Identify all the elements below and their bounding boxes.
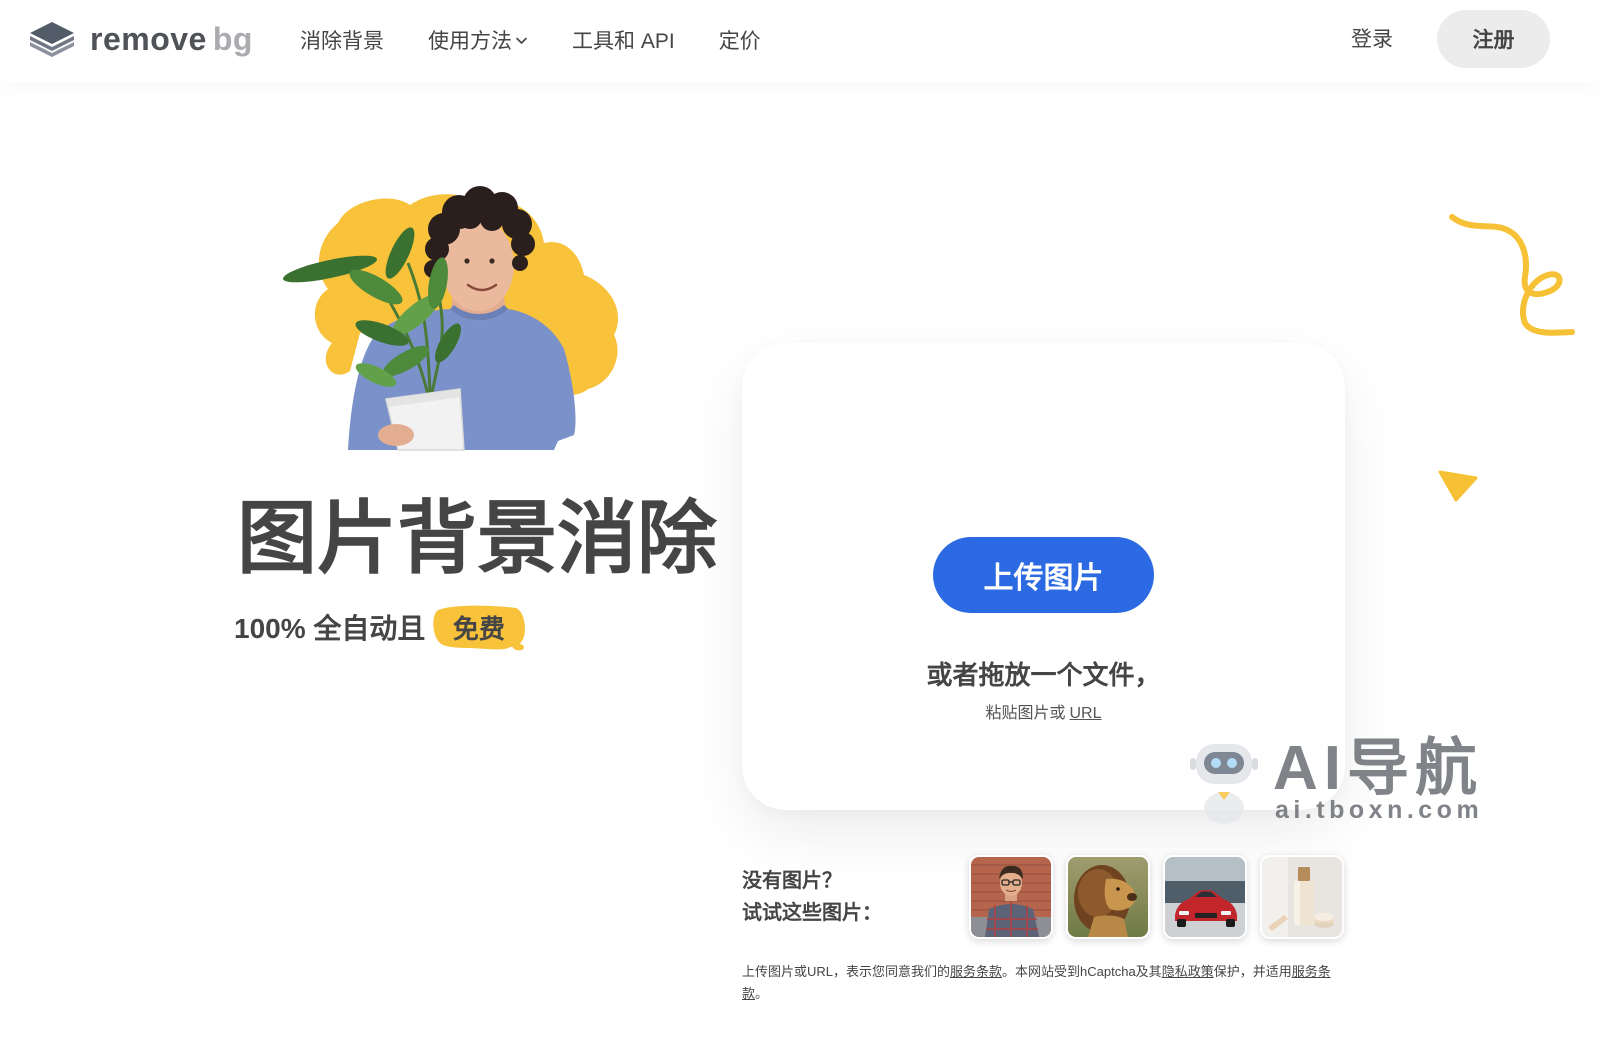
- nav-label: 消除背景: [300, 30, 384, 53]
- paste-hint: 粘贴图片或 URL: [742, 703, 1345, 725]
- watermark-title: AI导航: [1273, 734, 1484, 803]
- subtitle-prefix: 100% 全自动且: [234, 613, 426, 644]
- triangle-decoration: [1438, 470, 1478, 502]
- nav-remove-background[interactable]: 消除背景: [300, 25, 384, 55]
- upload-image-button[interactable]: 上传图片: [933, 537, 1154, 613]
- legal-notice: 上传图片或URL，表示您同意我们的服务条款。本网站受到hCaptcha及其隐私政…: [742, 961, 1344, 1005]
- no-image-question: 没有图片？: [742, 870, 842, 892]
- sample-thumbnail-car[interactable]: [1163, 855, 1247, 939]
- paste-url-link[interactable]: URL: [1070, 705, 1102, 722]
- legal-text: 保护，并适用: [1213, 964, 1292, 979]
- sample-images-label: 没有图片？ 试试这些图片：: [742, 865, 882, 929]
- squiggle-decoration: [1449, 214, 1575, 336]
- sample-thumbnail-person[interactable]: [969, 855, 1053, 939]
- removebg-logo-icon: [28, 20, 76, 58]
- try-these-label: 试试这些图片：: [742, 902, 882, 924]
- page-title: 图片背景消除: [237, 494, 717, 583]
- main-nav: 消除背景 使用方法 工具和 API 定价: [300, 0, 761, 80]
- privacy-policy-link[interactable]: 隐私政策: [1162, 964, 1214, 979]
- nav-label: 使用方法: [428, 30, 512, 53]
- logo-link[interactable]: remove bg: [28, 19, 253, 59]
- hero-subtitle: 100% 全自动且 免费: [234, 603, 527, 651]
- free-highlight: 免费: [430, 603, 527, 651]
- login-link[interactable]: 登录: [1351, 0, 1393, 80]
- sample-thumbnail-lion[interactable]: [1066, 855, 1150, 939]
- robot-icon: [1190, 744, 1258, 824]
- legal-text: 上传图片或URL，表示您同意我们的: [742, 964, 951, 979]
- legal-text: 。: [755, 986, 769, 1001]
- nav-label: 定价: [718, 30, 761, 53]
- watermark-url: ai.tboxn.com: [1275, 796, 1484, 824]
- logo-word-bg: bg: [212, 21, 253, 57]
- signup-button[interactable]: 注册: [1437, 10, 1550, 68]
- chevron-down-icon: [515, 36, 528, 45]
- nav-pricing[interactable]: 定价: [719, 25, 761, 55]
- terms-of-service-link[interactable]: 服务条款: [950, 964, 1002, 979]
- nav-how-to-use[interactable]: 使用方法: [428, 25, 528, 55]
- subtitle-highlight: 免费: [452, 613, 505, 644]
- nav-label: 工具和 API: [572, 30, 675, 53]
- drop-file-text: 或者拖放一个文件，: [926, 660, 1161, 690]
- logo-word-remove: remove: [90, 21, 207, 57]
- paste-prefix: 粘贴图片或: [985, 705, 1066, 722]
- sample-thumbnail-product[interactable]: [1260, 855, 1344, 939]
- legal-text: 。本网站受到hCaptcha及其: [1002, 964, 1162, 979]
- top-nav-bar: remove bg 消除背景 使用方法 工具和 API 定价 登录 注册: [0, 0, 1600, 82]
- nav-tools-api[interactable]: 工具和 API: [572, 25, 675, 55]
- hero-illustration: [283, 186, 619, 451]
